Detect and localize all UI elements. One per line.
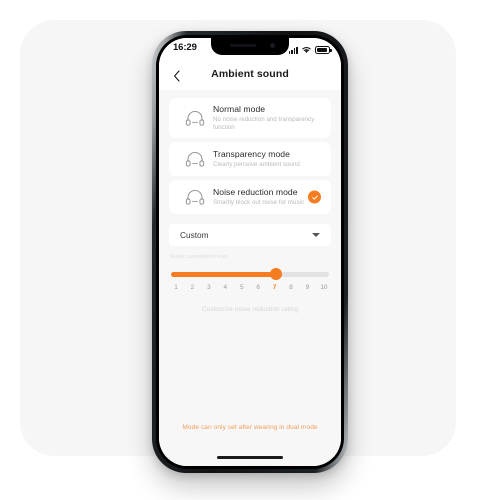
wifi-icon — [302, 47, 311, 53]
preset-dropdown[interactable]: Custom — [169, 224, 331, 246]
status-badge-selected — [308, 190, 321, 204]
mode-subtitle: Smartly block out noise for music — [213, 199, 305, 206]
phone-notch — [211, 38, 289, 55]
page-title: Ambient sound — [211, 68, 289, 80]
preset-dropdown-value: Custom — [180, 230, 209, 240]
mode-card-transparency[interactable]: Transparency mode Clearly perceive ambie… — [169, 142, 331, 176]
mode-title: Normal mode — [213, 104, 266, 114]
mode-subtitle: Clearly perceive ambient sound — [213, 161, 300, 168]
mode-card-noise-reduction[interactable]: Noise reduction mode Smartly block out n… — [169, 180, 331, 214]
headphones-icon — [185, 152, 205, 167]
phone-device: 16:29 Ambient sound Normal mode No noise… — [152, 31, 348, 473]
slider-tick-active[interactable]: 7 — [270, 284, 280, 291]
slider-tick[interactable]: 5 — [237, 284, 247, 291]
headphones-icon — [185, 111, 205, 126]
slider-thumb[interactable] — [270, 268, 283, 280]
screenshot-canvas: 16:29 Ambient sound Normal mode No noise… — [0, 0, 500, 500]
earpiece-speaker — [230, 44, 256, 47]
mode-title: Noise reduction mode — [213, 187, 298, 197]
slider-tick[interactable]: 6 — [253, 284, 263, 291]
mode-card-normal[interactable]: Normal mode No noise reduction and trans… — [169, 98, 331, 138]
page-content: Normal mode No noise reduction and trans… — [159, 90, 341, 466]
check-icon — [311, 195, 318, 200]
footnote-text: Mode can only set after wearing in dual … — [182, 424, 318, 431]
battery-icon — [315, 46, 332, 54]
slider-hint-text: Customize noise reduction rating — [201, 306, 299, 313]
chevron-down-icon — [312, 233, 320, 237]
status-bar-clock: 16:29 — [173, 42, 197, 53]
slider-tick[interactable]: 10 — [319, 284, 329, 291]
slider-tick-labels: 1 2 3 4 5 6 7 8 9 10 — [171, 284, 329, 291]
slider-fill — [171, 272, 277, 277]
mode-card-text: Normal mode No noise reduction and trans… — [213, 104, 321, 132]
slider-tick[interactable]: 3 — [204, 284, 214, 291]
slider-tick[interactable]: 1 — [171, 284, 181, 291]
mode-title: Transparency mode — [213, 149, 290, 159]
phone-screen: 16:29 Ambient sound Normal mode No noise… — [159, 38, 341, 466]
signal-bars-icon — [288, 46, 298, 54]
home-indicator[interactable] — [217, 455, 283, 459]
slider-tick[interactable]: 2 — [187, 284, 197, 291]
headphones-icon — [185, 190, 205, 205]
mode-card-text: Noise reduction mode Smartly block out n… — [213, 187, 321, 207]
noise-cancellation-slider[interactable] — [171, 267, 329, 281]
slider-tick[interactable]: 4 — [220, 284, 230, 291]
slider-caption: Noise cancellation leve — [170, 254, 228, 260]
nav-bar: Ambient sound — [159, 60, 341, 90]
slider-tick[interactable]: 8 — [286, 284, 296, 291]
front-camera — [270, 43, 275, 48]
mode-card-text: Transparency mode Clearly perceive ambie… — [213, 149, 321, 169]
status-bar-icons — [288, 44, 332, 54]
mode-subtitle: No noise reduction and transparency func… — [213, 116, 315, 131]
slider-tick[interactable]: 9 — [303, 284, 313, 291]
